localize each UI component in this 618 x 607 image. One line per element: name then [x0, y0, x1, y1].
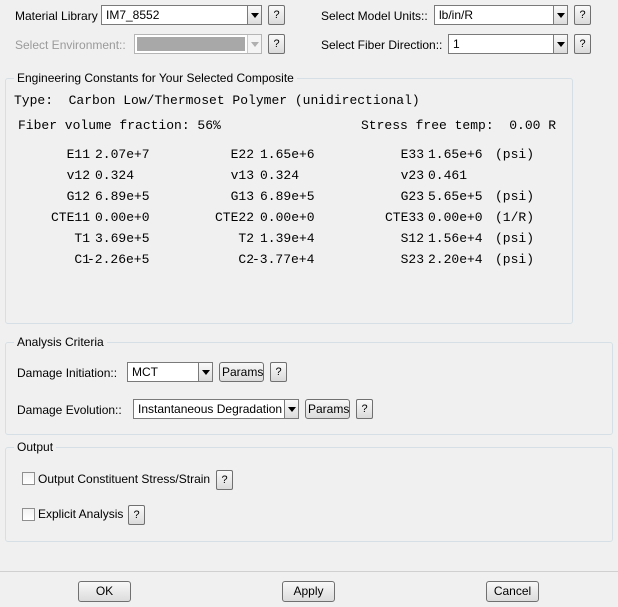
composite-type-text: Type: Carbon Low/Thermoset Polymer (unid…	[14, 93, 420, 108]
cancel-button[interactable]: Cancel	[486, 581, 539, 602]
explicit-analysis-checkbox[interactable]	[22, 508, 35, 521]
damage-initiation-params-button[interactable]: Params	[219, 362, 264, 382]
damage-evolution-params-button[interactable]: Params	[305, 399, 350, 419]
stress-free-temp-text: Stress free temp: 0.00 R	[361, 118, 557, 133]
damage-initiation-help-button[interactable]: ?	[270, 362, 287, 382]
chevron-down-icon[interactable]	[198, 363, 212, 381]
constant-name: T1	[74, 231, 90, 246]
constant-name: E11	[66, 147, 90, 162]
constant-value: 3.69e+5	[95, 231, 150, 246]
constant-name: G23	[400, 189, 424, 204]
constant-name: CTE22	[214, 210, 254, 225]
constant-name: v13	[230, 168, 254, 183]
damage-evolution-select[interactable]: Instantaneous Degradation	[133, 399, 299, 419]
output-constituent-checkbox[interactable]	[22, 472, 35, 485]
ok-button[interactable]: OK	[78, 581, 131, 602]
constant-name: S12	[400, 231, 424, 246]
constant-value: 6.89e+5	[260, 189, 315, 204]
constant-unit: (psi)	[495, 252, 535, 267]
constant-unit: (psi)	[495, 189, 535, 204]
constant-unit: (psi)	[495, 147, 535, 162]
constant-value: 1.65e+6	[260, 147, 315, 162]
analysis-criteria-group	[5, 342, 613, 435]
model-units-help-button[interactable]: ?	[574, 5, 591, 25]
constant-value: 2.07e+7	[95, 147, 150, 162]
constant-value: 2.20e+4	[428, 252, 483, 267]
explicit-analysis-label[interactable]: Explicit Analysis	[38, 507, 123, 521]
environment-help-button[interactable]: ?	[268, 34, 285, 54]
output-constituent-help-button[interactable]: ?	[216, 470, 233, 490]
constant-name: S23	[400, 252, 424, 267]
constant-value: 1.39e+4	[260, 231, 315, 246]
chevron-down-icon[interactable]	[284, 400, 298, 418]
environment-value-fill	[137, 37, 245, 51]
constant-unit: (psi)	[495, 231, 535, 246]
model-units-value: lb/in/R	[439, 8, 474, 22]
explicit-analysis-help-button[interactable]: ?	[128, 505, 145, 525]
constant-value: 0.324	[95, 168, 135, 183]
constant-name: C2	[238, 252, 254, 267]
constant-value: 6.89e+5	[95, 189, 150, 204]
constant-name: E22	[230, 147, 254, 162]
constant-value: -3.77e+4	[252, 252, 315, 267]
constant-value: 0.324	[260, 168, 300, 183]
constant-name: v12	[66, 168, 90, 183]
damage-evolution-value: Instantaneous Degradation	[138, 402, 283, 416]
damage-initiation-value: MCT	[132, 365, 158, 379]
chevron-down-icon[interactable]	[553, 35, 567, 53]
constant-value: -2.26e+5	[87, 252, 150, 267]
environment-select	[134, 34, 262, 54]
fiber-volume-text: Fiber volume fraction: 56%	[18, 118, 221, 133]
constant-unit: (1/R)	[495, 210, 535, 225]
constant-name: CTE11	[50, 210, 90, 225]
damage-evolution-label: Damage Evolution::	[17, 403, 122, 417]
model-units-label: Select Model Units::	[321, 9, 428, 23]
damage-initiation-select[interactable]: MCT	[127, 362, 213, 382]
material-library-label: Material Library	[15, 9, 98, 23]
constant-value: 5.65e+5	[428, 189, 483, 204]
environment-label: Select Environment::	[15, 38, 126, 52]
apply-button[interactable]: Apply	[282, 581, 335, 602]
constant-name: G12	[66, 189, 90, 204]
chevron-down-icon[interactable]	[247, 6, 261, 24]
constant-value: 1.56e+4	[428, 231, 483, 246]
material-library-value: IM7_8552	[106, 8, 160, 22]
constant-value: 0.00e+0	[260, 210, 315, 225]
constant-name: E33	[400, 147, 424, 162]
constant-value: 0.00e+0	[95, 210, 150, 225]
chevron-down-icon	[247, 35, 261, 53]
chevron-down-icon[interactable]	[553, 6, 567, 24]
engineering-constants-legend: Engineering Constants for Your Selected …	[14, 71, 297, 85]
constant-name: CTE33	[384, 210, 424, 225]
material-library-select[interactable]: IM7_8552	[101, 5, 262, 25]
constant-value: 0.00e+0	[428, 210, 483, 225]
damage-evolution-help-button[interactable]: ?	[356, 399, 373, 419]
constant-value: 0.461	[428, 168, 468, 183]
output-constituent-label[interactable]: Output Constituent Stress/Strain	[38, 472, 210, 486]
output-group	[5, 447, 613, 542]
constant-name: T2	[238, 231, 254, 246]
analysis-criteria-legend: Analysis Criteria	[14, 335, 107, 349]
constant-value: 1.65e+6	[428, 147, 483, 162]
fiber-direction-value: 1	[453, 37, 460, 51]
fiber-direction-help-button[interactable]: ?	[574, 34, 591, 54]
material-library-help-button[interactable]: ?	[268, 5, 285, 25]
footer-divider	[0, 571, 618, 572]
damage-initiation-label: Damage Initiation::	[17, 366, 118, 380]
output-legend: Output	[14, 440, 57, 454]
fiber-direction-label: Select Fiber Direction::	[321, 38, 443, 52]
constant-name: C1	[74, 252, 90, 267]
model-units-select[interactable]: lb/in/R	[434, 5, 568, 25]
fiber-direction-select[interactable]: 1	[448, 34, 568, 54]
constant-name: G13	[230, 189, 254, 204]
constant-name: v23	[400, 168, 424, 183]
